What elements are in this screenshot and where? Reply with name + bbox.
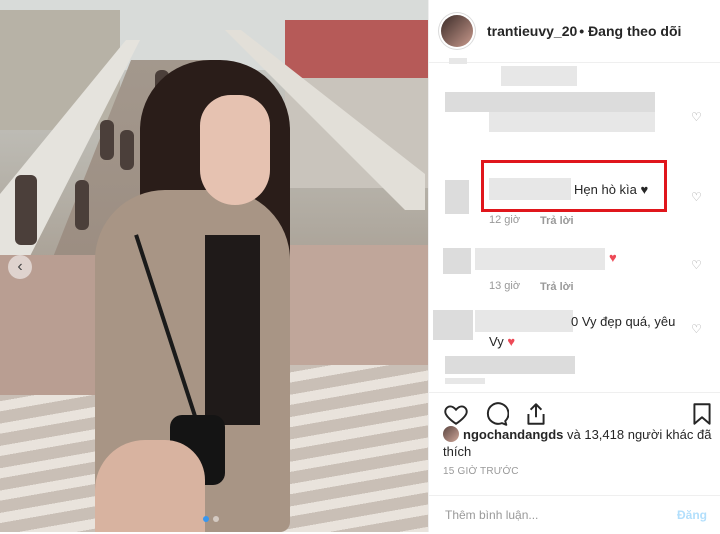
blurred-text <box>445 378 485 384</box>
comment-text-line: Vy <box>489 334 504 349</box>
username-link[interactable]: trantieuvy_20 <box>487 23 577 39</box>
post-actions: ngochandangds và 13,418 người khác đã th… <box>429 392 720 522</box>
comment-time: 13 giờ <box>489 280 521 292</box>
photo-top <box>205 235 260 425</box>
post-header: trantieuvy_20 • Đang theo dõi <box>429 0 720 63</box>
carousel-dot-active <box>203 516 209 522</box>
bookmark-icon[interactable] <box>689 401 715 427</box>
add-comment-bar: Thêm bình luận... Đăng <box>429 495 720 534</box>
commenter-avatar-blurred <box>443 248 471 274</box>
post-timestamp[interactable]: 15 GIỜ TRƯỚC <box>443 466 519 477</box>
commenter-avatar-blurred <box>433 310 473 340</box>
liker-username[interactable]: ngochandangds <box>463 427 563 442</box>
red-heart-icon: ♥ <box>507 334 516 349</box>
share-icon[interactable] <box>523 401 549 427</box>
photo-person <box>120 130 134 170</box>
comment-text: 0 Vy đẹp quá, yêu <box>571 314 676 329</box>
photo-person <box>100 120 114 160</box>
photo-person <box>15 175 37 245</box>
action-icons <box>443 401 549 427</box>
photo-brick-right <box>290 245 428 365</box>
carousel-dot <box>213 516 219 522</box>
comment-list: ♡ Hẹn hò kìa ♥ ♡ 12 giờ Trả lời ♥ ♡ 13 g… <box>429 58 720 392</box>
blurred-text <box>445 92 655 112</box>
like-comment-heart-icon[interactable]: ♡ <box>691 322 702 336</box>
instagram-post: ‹ trantieuvy_20 • Đang theo dõi ♡ Hẹn hò… <box>0 0 720 532</box>
comment-text: Vy ♥ <box>489 334 515 349</box>
comment-input[interactable]: Thêm bình luận... <box>445 508 538 522</box>
post-side-panel: trantieuvy_20 • Đang theo dõi ♡ Hẹn hò k… <box>428 0 720 532</box>
blurred-text <box>475 248 605 270</box>
photo-person <box>75 180 89 230</box>
red-heart-icon: ♥ <box>609 250 617 265</box>
like-comment-heart-icon[interactable]: ♡ <box>691 190 702 204</box>
blurred-text <box>489 112 655 132</box>
photo-roof <box>285 20 428 80</box>
photo-hand <box>95 440 205 532</box>
reply-link[interactable]: Trả lời <box>540 281 574 293</box>
commenter-avatar-blurred <box>445 180 469 214</box>
blurred-text <box>475 310 573 332</box>
like-comment-heart-icon[interactable]: ♡ <box>691 258 702 272</box>
comment-icon[interactable] <box>483 401 509 427</box>
heart-outline-icon[interactable] <box>443 401 469 427</box>
blurred-text <box>501 66 577 86</box>
avatar[interactable] <box>441 15 473 47</box>
post-photo[interactable]: ‹ <box>0 0 428 532</box>
highlight-box <box>481 160 667 212</box>
comment-time: 12 giờ <box>489 214 521 226</box>
reply-link[interactable]: Trả lời <box>540 215 574 227</box>
blurred-avatar <box>449 58 467 64</box>
liker-avatar[interactable] <box>443 426 459 442</box>
carousel-dots <box>203 516 219 522</box>
post-comment-button[interactable]: Đăng <box>677 508 707 522</box>
blurred-text <box>445 356 575 374</box>
likes-summary: ngochandangds và 13,418 người khác đã th… <box>443 426 713 460</box>
photo-face <box>200 95 270 205</box>
follow-status[interactable]: • Đang theo dõi <box>579 23 681 39</box>
like-comment-heart-icon[interactable]: ♡ <box>691 110 702 124</box>
chevron-left-icon[interactable]: ‹ <box>8 255 32 279</box>
